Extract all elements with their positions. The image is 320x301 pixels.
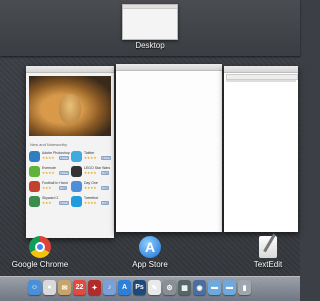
app-item-name: Football In Hand — [42, 181, 68, 185]
app-item-name: Twitter — [84, 151, 95, 155]
app-item-icon — [71, 196, 82, 207]
app-row: Adobe Photoshop ★★★★ FREE Twitter ★★★★ FREE — [29, 150, 112, 165]
app-entry-app-store[interactable]: A App Store — [120, 236, 180, 269]
app-item[interactable]: Skyward 2 ★★★ FREE — [29, 195, 70, 209]
folder-icon[interactable]: ▬ — [208, 280, 221, 295]
app-item-icon — [29, 151, 40, 162]
blank-window[interactable] — [116, 64, 222, 232]
app-item[interactable]: Tweetbot ★★★★ BUY — [71, 195, 111, 209]
app-item[interactable]: Football In Hand ★★★ BUY — [29, 180, 69, 194]
downloads-icon[interactable]: ▬ — [223, 280, 236, 295]
dock-icons: ☺ ● ✉ 22 ✦ ♪ A Ps ✎ ⚙ ▦ ◉ ▬ ▬ ▮ — [28, 280, 251, 298]
app-store-dock-icon[interactable]: A — [118, 280, 131, 295]
app-labels-row: Google Chrome A App Store TextEdit — [0, 236, 300, 272]
app-item-price-button[interactable]: BUY — [59, 186, 68, 190]
app-item-stars: ★★★ — [42, 186, 52, 190]
app-row: Football In Hand ★★★ BUY Day One ★★★★ BUY — [29, 180, 111, 195]
desktop-space-thumbnail[interactable] — [122, 4, 178, 40]
photoshop-icon[interactable]: Ps — [133, 280, 146, 295]
app-item[interactable]: Adobe Photoshop ★★★★ FREE — [29, 150, 70, 164]
app-item-name: Evernote — [42, 166, 57, 170]
app-item[interactable]: Evernote ★★★★ FREE — [29, 165, 70, 179]
photo-booth-icon[interactable]: ✦ — [88, 280, 101, 295]
textedit-toolbar — [224, 66, 298, 73]
app-item[interactable]: LEGO Star Wars ★★★★ BUY — [71, 165, 111, 179]
app-item-stars: ★★★★ — [42, 171, 55, 175]
app-item-icon — [29, 181, 40, 192]
textedit-icon — [259, 236, 277, 258]
os-x-lion-banner — [29, 76, 111, 136]
app-label-app-store: App Store — [132, 260, 168, 269]
app-item-stars: ★★★★ — [42, 156, 55, 160]
app-item-icon — [71, 181, 82, 192]
mail-stamp-icon[interactable]: ✉ — [58, 280, 71, 295]
app-item-price-button[interactable]: BUY — [101, 186, 110, 190]
app-item-stars: ★★★★ — [84, 201, 97, 205]
app-item-name: Skyward 2 — [42, 196, 59, 200]
app-item-name: LEGO Star Wars — [84, 166, 111, 170]
lion-face — [59, 94, 81, 124]
app-item-stars: ★★★★ — [84, 171, 97, 175]
app-item-name: Adobe Photoshop — [42, 151, 70, 155]
app-item-price-button[interactable]: BUY — [101, 201, 110, 205]
system-prefs-icon[interactable]: ⚙ — [163, 280, 176, 295]
chrome-dock-icon[interactable]: ● — [43, 280, 56, 295]
app-item-stars: ★★★★ — [84, 156, 97, 160]
app-store-icon: A — [139, 236, 161, 258]
app-item-price-button[interactable]: FREE — [59, 156, 70, 160]
blank-window-toolbar — [116, 64, 222, 71]
app-row: Skyward 2 ★★★ FREE Tweetbot ★★★★ BUY — [29, 195, 111, 210]
app-entry-textedit[interactable]: TextEdit — [244, 236, 292, 269]
preview-icon[interactable]: ◉ — [193, 280, 206, 295]
app-item-price-button[interactable]: FREE — [59, 171, 70, 175]
app-item-price-button[interactable]: FREE — [59, 201, 70, 205]
chrome-icon — [29, 236, 51, 258]
finder-icon[interactable]: ☺ — [28, 280, 41, 295]
app-item-price-button[interactable]: FREE — [101, 156, 112, 160]
app-item-icon — [71, 151, 82, 162]
app-item-name: Day One — [84, 181, 98, 185]
activity-icon[interactable]: ▦ — [178, 280, 191, 295]
desktop-space-label: Desktop — [135, 41, 165, 50]
app-label-chrome: Google Chrome — [11, 260, 69, 269]
textedit-ruler — [226, 80, 296, 82]
app-item-name: Tweetbot — [84, 196, 99, 200]
app-item[interactable]: Twitter ★★★★ FREE — [71, 150, 112, 164]
calendar-icon[interactable]: 22 — [73, 280, 86, 295]
app-label-textedit: TextEdit — [253, 260, 283, 269]
app-item-stars: ★★★★ — [84, 186, 97, 190]
itunes-icon[interactable]: ♪ — [103, 280, 116, 295]
app-grid: Adobe Photoshop ★★★★ FREE Twitter ★★★★ FREE Ev… — [29, 150, 112, 210]
dock: ☺ ● ✉ 22 ✦ ♪ A Ps ✎ ⚙ ▦ ◉ ▬ ▬ ▮ — [0, 276, 300, 301]
trash-icon[interactable]: ▮ — [238, 280, 251, 295]
app-item-icon — [29, 196, 40, 207]
textedit-window[interactable] — [224, 66, 298, 232]
app-item-price-button[interactable]: BUY — [101, 171, 110, 175]
app-item-icon — [71, 166, 82, 177]
app-entry-chrome[interactable]: Google Chrome — [8, 236, 72, 269]
app-item[interactable]: Day One ★★★★ BUY — [71, 180, 111, 194]
app-item-stars: ★★★ — [42, 201, 52, 205]
app-item-icon — [29, 166, 40, 177]
app-store-window[interactable]: New and Noteworthy Adobe Photoshop ★★★★ FR… — [26, 66, 114, 238]
spaces-bar: Desktop — [0, 0, 300, 56]
section-title: New and Noteworthy — [30, 142, 68, 147]
app-row: Evernote ★★★★ FREE LEGO Star Wars ★★★★ BUY — [29, 165, 111, 180]
desktop-menubar — [123, 5, 177, 9]
app-store-toolbar — [26, 66, 114, 73]
pages-icon[interactable]: ✎ — [148, 280, 161, 295]
